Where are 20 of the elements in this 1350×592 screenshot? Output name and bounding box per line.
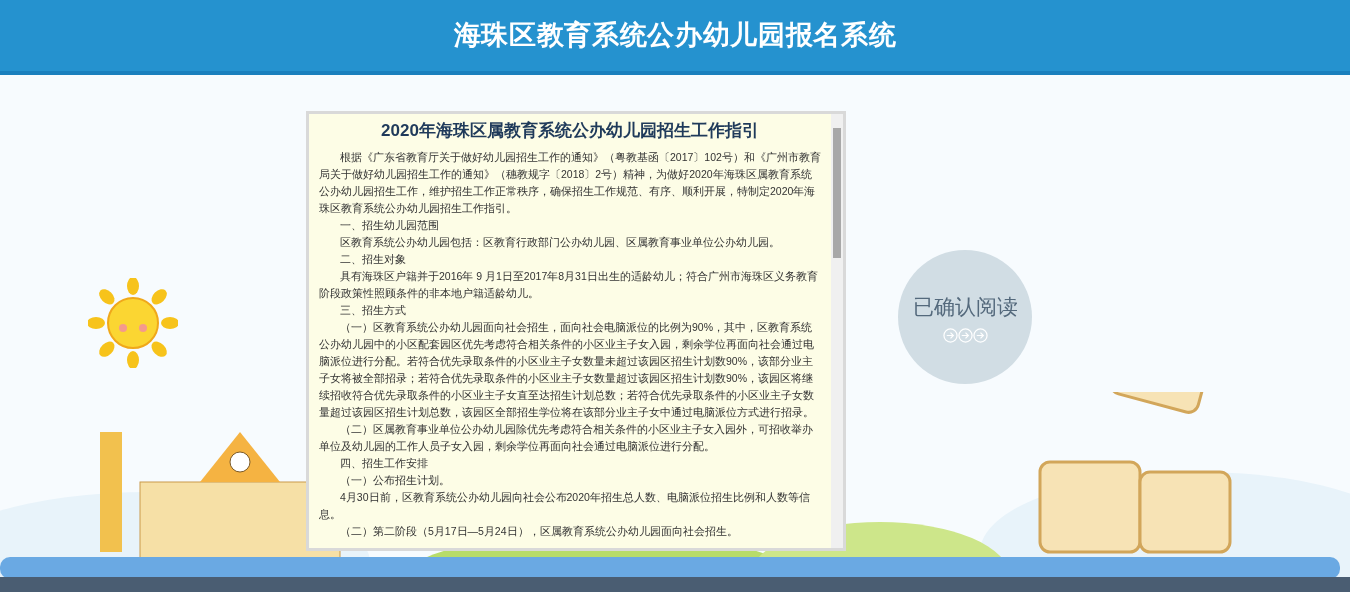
- arrow-right-icon: [942, 328, 958, 344]
- guide-paragraph: 根据《广东省教育厅关于做好幼儿园招生工作的通知》（粤教基函〔2017〕102号）和《广州市教育局关于做好幼儿园招生工作的通知》（穗教规字〔2018〕2号）精神，为做好2020年海珠区属教育系统公办幼儿园招生工作，维护招生工作正常秩序，确保招生工作规范、有序、顺利开展，特制定2020年海珠区教育系统公办幼儿园招生工作指引。: [319, 150, 821, 216]
- guide-paragraph: 四、招生工作安排: [339, 456, 429, 471]
- guide-paragraph: 二、招生对象: [339, 252, 407, 267]
- confirm-read-button[interactable]: 已确认阅读: [898, 250, 1032, 384]
- guide-paragraph: 4月30日前，区教育系统公办幼儿园向社会公布2020年招生总人数、电脑派位招生比例和人数等信息。: [319, 490, 811, 522]
- system-title: 海珠区教育系统公办幼儿园报名系统: [453, 19, 897, 53]
- guide-paragraph: 具有海珠区户籍并于2016年 9 月1日至2017年8月31日出生的适龄幼儿；符合广州市海珠区义务教育阶段政策性照顾条件的非本地户籍适龄幼儿。: [319, 269, 819, 301]
- guide-paragraph: （二）区属教育事业单位公办幼儿园除优先考虑符合相关条件的小区业主子女入园外，可招收举办单位及幼儿园的工作人员子女入园，剩余学位再面向社会通过电脑派位进行分配。: [319, 422, 814, 454]
- guide-paragraph: 三、招生方式: [339, 303, 407, 318]
- scrollbar[interactable]: [831, 114, 843, 548]
- sun-icon: [88, 278, 178, 368]
- guide-paragraph: （一）区教育系统公办幼儿园面向社会招生，面向社会电脑派位的比例为90%，其中，区教育系统公办幼儿园中的小区配套园区优先考虑符合相关条件的小区业主子女入园，剩余学位再面向社会通过电脑派位进行分配。若符合优先录取条件的小区业主子女数量未超过该园区招生计划数90%，该部分业主子女将被全部招录；若符合优先录取条件的小区业主子女数量超过该园区招生计划数90%，该园区将继续招收符合优先录取条件的小区业主子女直至达招生计划总数；若符合优先录取条件的小区业主子女数量超过该园区招生计划总数，该园区全部招生学位将在该部分业主子女中通过电脑派位方式进行招录。: [319, 320, 815, 420]
- guide-title: 2020年海珠区属教育系统公办幼儿园招生工作指引: [380, 120, 760, 142]
- guide-paragraph: 区教育系统公办幼儿园包括：区教育行政部门公办幼儿园、区属教育事业单位公办幼儿园。: [339, 235, 781, 250]
- arrow-right-icon: [957, 328, 973, 344]
- guide-paragraph: （二）第二阶段（5月17日—5月24日），区属教育系统公办幼儿园面向社会招生。: [339, 524, 739, 539]
- guide-paragraph: （一）公布招生计划。: [339, 473, 451, 488]
- guide-paragraph: 一、招生幼儿园范围: [339, 218, 440, 233]
- arrow-right-icon: [972, 328, 988, 344]
